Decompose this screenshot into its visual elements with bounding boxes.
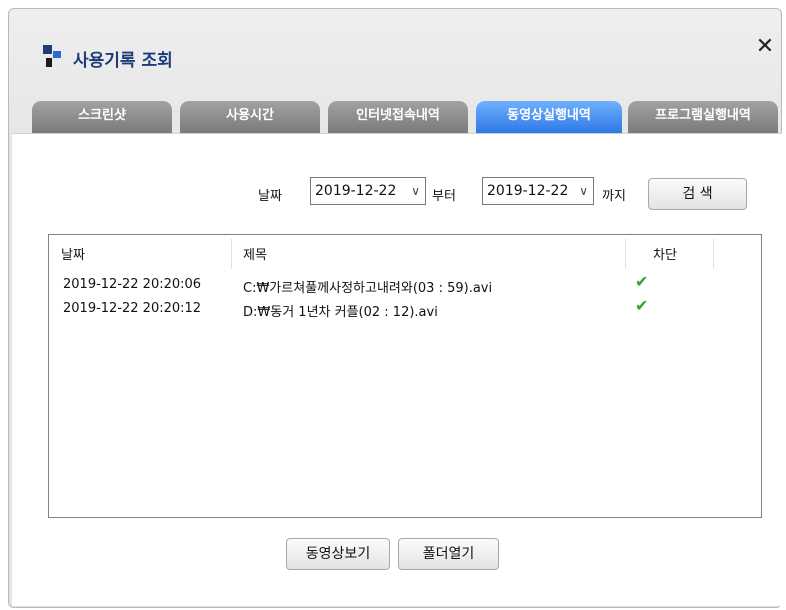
tab-screenshot[interactable]: 스크린샷 (32, 101, 172, 133)
view-video-button[interactable]: 동영상보기 (286, 538, 390, 570)
check-icon: ✔ (635, 272, 649, 291)
from-date-value: 2019-12-22 (315, 183, 397, 199)
row-title: D:₩동거 1년차 커플(02 : 12).avi (243, 305, 438, 320)
column-divider (713, 239, 714, 269)
chevron-down-icon: ∨ (411, 184, 420, 198)
row-date: 2019-12-22 20:20:12 (63, 301, 202, 316)
row-title: C:₩가르쳐풀께사정하고내려와(03 : 59).avi (243, 281, 493, 296)
window-title: 사용기록 조회 (73, 51, 173, 71)
open-folder-button[interactable]: 폴더열기 (398, 538, 499, 570)
close-icon[interactable]: ✕ (753, 35, 777, 59)
from-date-select[interactable]: 2019-12-22 ∨ (310, 177, 426, 205)
search-button[interactable]: 검 색 (648, 178, 747, 210)
column-divider (231, 239, 232, 269)
to-suffix-label: 까지 (602, 189, 626, 204)
check-icon: ✔ (635, 296, 649, 315)
to-date-value: 2019-12-22 (487, 183, 569, 199)
tab-program-history[interactable]: 프로그램실행내역 (628, 101, 778, 133)
video-history-table[interactable]: 날짜 제목 차단 2019-12-22 20:20:06 C:₩가르쳐풀께사정하… (48, 234, 762, 518)
tab-usage-time[interactable]: 사용시간 (180, 101, 320, 133)
column-header-title[interactable]: 제목 (243, 244, 267, 263)
tab-internet-history[interactable]: 인터넷접속내역 (328, 101, 468, 133)
column-header-blocked[interactable]: 차단 (653, 244, 677, 263)
chevron-down-icon: ∨ (579, 184, 588, 198)
tab-video-history[interactable]: 동영상실행내역 (476, 101, 622, 133)
app-logo-icon (43, 43, 63, 67)
date-label: 날짜 (258, 189, 282, 204)
column-header-date[interactable]: 날짜 (61, 244, 85, 263)
to-date-select[interactable]: 2019-12-22 ∨ (482, 177, 594, 205)
from-suffix-label: 부터 (432, 189, 456, 204)
row-date: 2019-12-22 20:20:06 (63, 277, 202, 292)
column-divider (625, 239, 626, 269)
